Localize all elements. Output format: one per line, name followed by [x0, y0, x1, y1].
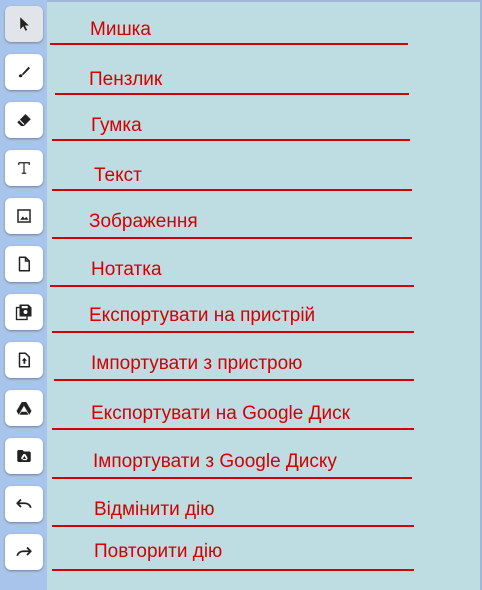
save-floppy-icon — [15, 304, 32, 321]
import-google-drive-button[interactable] — [5, 438, 43, 474]
underline-export-google-drive — [52, 428, 414, 430]
undo-icon — [16, 498, 32, 509]
top-border — [0, 0, 482, 2]
text-t-icon — [18, 162, 30, 174]
underline-eraser — [52, 139, 410, 141]
brush-icon — [18, 66, 30, 78]
label-text: Текст — [94, 165, 142, 186]
label-import-device: Імпортувати з пристрою — [91, 353, 303, 374]
underline-redo — [52, 569, 414, 571]
label-eraser: Гумка — [91, 115, 142, 136]
eraser-tool-button[interactable] — [5, 102, 43, 138]
note-tool-button[interactable] — [5, 246, 43, 282]
eraser-icon — [17, 114, 31, 126]
underline-export-device — [52, 331, 414, 333]
label-image: Зображення — [89, 211, 198, 232]
underline-import-google-drive — [52, 477, 412, 479]
export-google-drive-button[interactable] — [5, 390, 43, 426]
google-drive-icon — [16, 402, 32, 415]
underline-import-device — [54, 379, 414, 381]
mouse-tool-button[interactable] — [5, 6, 43, 42]
redo-button[interactable] — [5, 534, 43, 570]
label-note: Нотатка — [91, 259, 162, 280]
label-mouse: Мишка — [90, 19, 151, 40]
underline-note — [50, 285, 414, 287]
underline-brush — [55, 93, 409, 95]
toolbar-sidebar — [0, 0, 47, 590]
note-page-icon — [18, 256, 30, 272]
underline-image — [52, 237, 412, 239]
file-upload-icon — [18, 352, 30, 368]
label-export-google-drive: Експортувати на Google Диск — [91, 403, 350, 424]
image-icon — [17, 209, 31, 223]
export-device-button[interactable] — [5, 294, 43, 330]
brush-tool-button[interactable] — [5, 54, 43, 90]
label-import-google-drive: Імпортувати з Google Диску — [93, 451, 337, 472]
image-tool-button[interactable] — [5, 198, 43, 234]
label-brush: Пензлик — [89, 69, 163, 90]
label-undo: Відмінити дію — [94, 499, 215, 520]
label-redo: Повторити дію — [94, 541, 223, 562]
text-tool-button[interactable] — [5, 150, 43, 186]
underline-mouse — [50, 43, 408, 45]
underline-text — [52, 189, 412, 191]
drive-folder-icon — [17, 450, 31, 462]
undo-button[interactable] — [5, 486, 43, 522]
label-export-device: Експортувати на пристрій — [89, 305, 316, 326]
cursor-arrow-icon — [20, 17, 29, 31]
redo-icon — [16, 546, 32, 557]
underline-undo — [52, 525, 414, 527]
import-device-button[interactable] — [5, 342, 43, 378]
